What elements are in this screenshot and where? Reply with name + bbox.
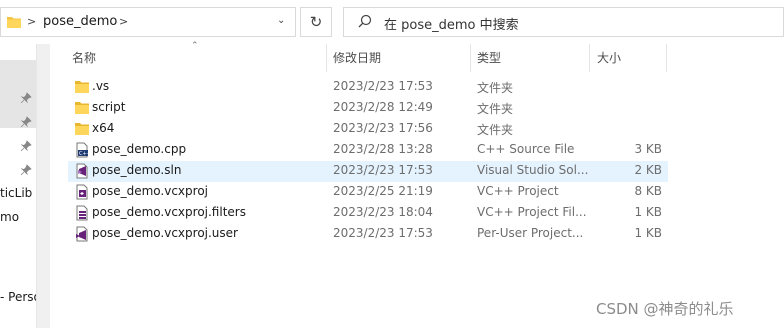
address-bar-row: > pose_demo > ⌄ ↻ 在 pose_demo 中搜索: [0, 0, 784, 44]
file-type: VC++ Project: [477, 184, 559, 198]
column-header-size[interactable]: 大小: [597, 44, 621, 72]
column-divider[interactable]: [470, 44, 471, 72]
list-item[interactable]: pose_demo.vcxproj.user 2023/2/23 17:53 P…: [68, 224, 668, 245]
column-header-type[interactable]: 类型: [477, 44, 501, 72]
file-date: 2023/2/25 21:19: [333, 184, 433, 198]
file-type: VC++ Project Fil...: [477, 205, 587, 219]
file-type: 文件夹: [477, 102, 514, 116]
file-size: 3 KB: [634, 142, 662, 156]
sort-ascending-icon: ⌃: [191, 41, 199, 51]
sidebar-item-label[interactable]: - Perso: [0, 290, 36, 304]
list-item[interactable]: script 2023/2/28 12:49 文件夹: [68, 98, 668, 119]
watermark: CSDN @神奇的礼乐: [596, 300, 734, 318]
list-item[interactable]: C++ pose_demo.cpp 2023/2/28 13:28 C++ So…: [68, 140, 668, 161]
file-size: 8 KB: [634, 184, 662, 198]
file-date: 2023/2/23 17:53: [333, 226, 433, 240]
file-type: 文件夹: [477, 81, 514, 95]
file-date: 2023/2/28 12:49: [333, 100, 433, 114]
column-divider[interactable]: [666, 44, 667, 72]
file-name: .vs: [92, 79, 110, 93]
list-item[interactable]: pose_demo.sln 2023/2/23 17:53 Visual Stu…: [68, 161, 668, 182]
folder-icon: [7, 17, 21, 28]
file-date: 2023/2/23 17:56: [333, 121, 433, 135]
pin-icon[interactable]: [20, 92, 32, 104]
file-date: 2023/2/23 17:53: [333, 163, 433, 177]
svg-text:C++: C++: [79, 151, 90, 157]
list-item[interactable]: pose_demo.vcxproj 2023/2/25 21:19 VC++ P…: [68, 182, 668, 203]
sidebar-item-label[interactable]: mo: [0, 210, 19, 224]
list-item[interactable]: .vs 2023/2/23 17:53 文件夹: [68, 77, 668, 98]
refresh-icon: ↻: [309, 13, 323, 31]
file-date: 2023/2/28 13:28: [333, 142, 433, 156]
file-size: 2 KB: [634, 163, 662, 177]
column-divider[interactable]: [326, 44, 327, 72]
user-file-icon: [76, 226, 88, 242]
search-input[interactable]: 在 pose_demo 中搜索: [343, 7, 784, 37]
file-name: script: [92, 100, 126, 114]
chevron-right-icon[interactable]: >: [119, 15, 128, 28]
sidebar-scrollbar[interactable]: [36, 44, 50, 328]
pin-icon[interactable]: [20, 116, 32, 128]
refresh-button[interactable]: ↻: [300, 7, 332, 37]
file-name: pose_demo.vcxproj.filters: [92, 205, 246, 219]
folder-icon: [75, 123, 89, 135]
file-type: Per-User Project...: [477, 226, 584, 240]
file-size: 1 KB: [634, 226, 662, 240]
address-bar[interactable]: > pose_demo > ⌄: [0, 7, 296, 37]
column-divider[interactable]: [589, 44, 590, 72]
file-type: Visual Studio Sol...: [477, 163, 589, 177]
filters-file-icon: [76, 205, 88, 221]
file-date: 2023/2/23 17:53: [333, 79, 433, 93]
list-item[interactable]: x64 2023/2/23 17:56 文件夹: [68, 119, 668, 140]
column-header-date[interactable]: 修改日期: [333, 44, 381, 72]
column-header-name[interactable]: 名称: [72, 44, 96, 72]
file-name: x64: [92, 121, 115, 135]
folder-icon: [75, 81, 89, 93]
navigation-pane: ticLib mo - Perso: [0, 44, 36, 328]
list-item[interactable]: pose_demo.vcxproj.filters 2023/2/23 18:0…: [68, 203, 668, 224]
file-name: pose_demo.vcxproj.user: [92, 226, 238, 240]
cpp-file-icon: C++: [76, 142, 90, 158]
file-date: 2023/2/23 18:04: [333, 205, 433, 219]
breadcrumb-item[interactable]: pose_demo: [43, 14, 117, 29]
search-placeholder: 在 pose_demo 中搜索: [384, 18, 519, 33]
folder-icon: [75, 102, 89, 114]
sidebar-item-label[interactable]: ticLib: [0, 186, 32, 200]
chevron-down-icon[interactable]: ⌄: [277, 15, 285, 26]
chevron-right-icon[interactable]: >: [27, 15, 36, 28]
file-type: 文件夹: [477, 123, 514, 137]
pin-icon[interactable]: [20, 140, 32, 152]
file-name: pose_demo.vcxproj: [92, 184, 208, 198]
file-name: pose_demo.cpp: [92, 142, 187, 156]
file-size: 1 KB: [634, 205, 662, 219]
file-name: pose_demo.sln: [92, 163, 182, 177]
visual-studio-solution-icon: [76, 163, 88, 179]
pin-icon[interactable]: [20, 164, 32, 176]
file-type: C++ Source File: [477, 142, 575, 156]
vcxproj-file-icon: [76, 184, 88, 200]
search-icon: [358, 14, 372, 28]
